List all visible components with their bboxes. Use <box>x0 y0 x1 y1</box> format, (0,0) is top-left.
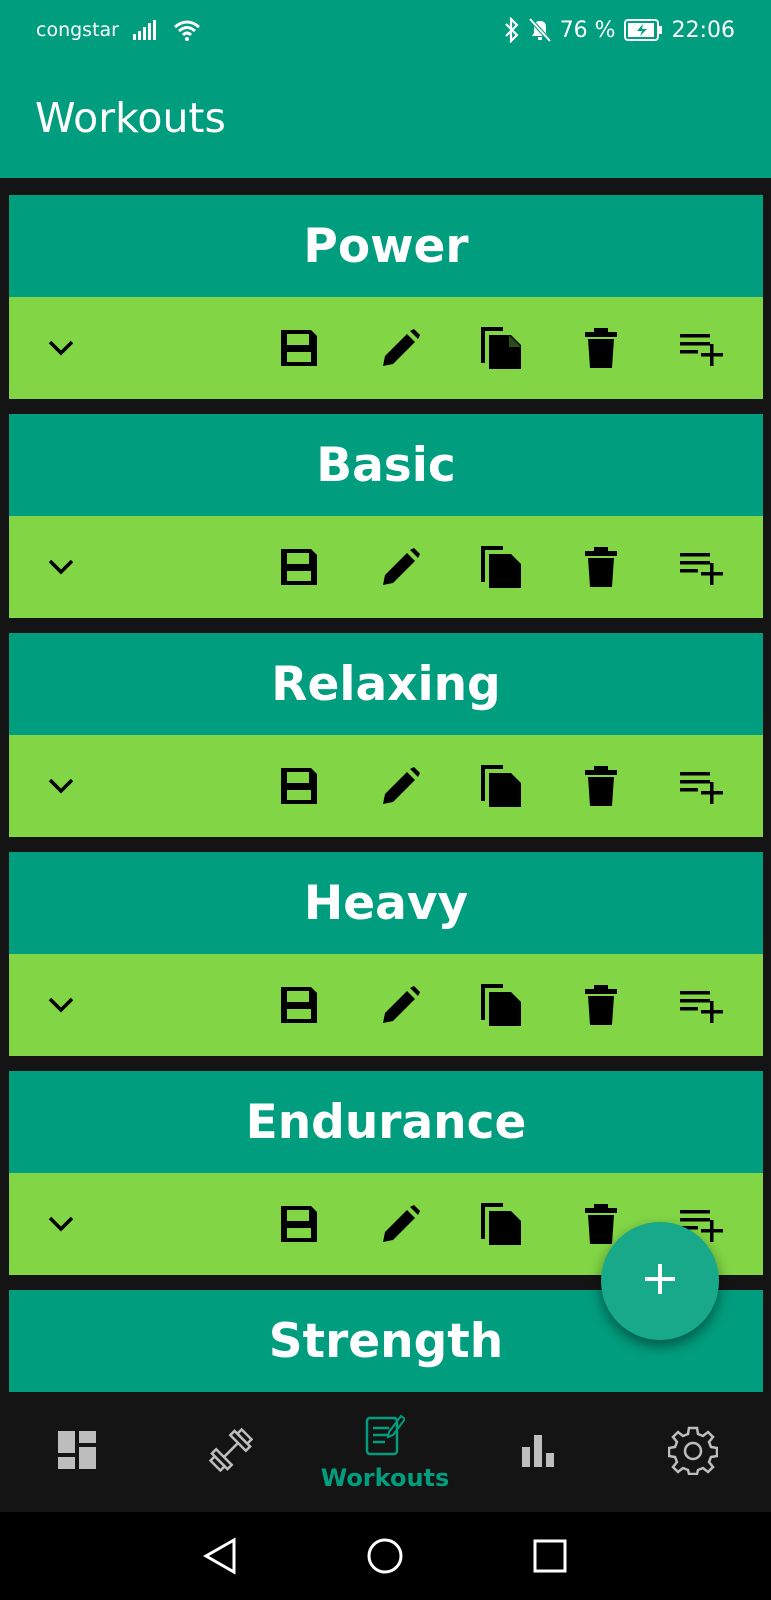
add-workout-button[interactable] <box>601 1222 719 1340</box>
workouts-icon <box>365 1412 407 1460</box>
playlist-add-icon[interactable] <box>677 762 725 810</box>
workout-name[interactable]: Heavy <box>9 852 763 954</box>
workout-name[interactable]: Relaxing <box>9 633 763 735</box>
nav-item-dashboard[interactable] <box>0 1392 154 1512</box>
workout-card: Heavy <box>9 852 763 1056</box>
workout-card: Relaxing <box>9 633 763 837</box>
bottom-navigation: Workouts <box>0 1392 771 1512</box>
chevron-down-icon[interactable] <box>37 1200 85 1248</box>
delete-icon[interactable] <box>577 324 625 372</box>
workout-actions <box>9 735 763 837</box>
workout-name[interactable]: Endurance <box>9 1071 763 1173</box>
edit-icon[interactable] <box>377 543 425 591</box>
mute-bell-icon <box>528 17 552 43</box>
back-icon[interactable] <box>198 1534 242 1578</box>
nav-item-statistics[interactable] <box>462 1392 616 1512</box>
signal-icon <box>132 20 159 40</box>
workout-actions <box>9 516 763 618</box>
save-icon[interactable] <box>275 324 323 372</box>
copy-icon[interactable] <box>477 543 525 591</box>
system-navigation-bar <box>0 1512 771 1600</box>
page-title: Workouts <box>35 94 226 142</box>
clock: 22:06 <box>671 17 735 43</box>
playlist-add-icon[interactable] <box>677 324 725 372</box>
playlist-add-icon[interactable] <box>677 981 725 1029</box>
delete-icon[interactable] <box>577 543 625 591</box>
workout-list[interactable]: Power Basic Relaxing Heavy Endurance Str… <box>0 178 771 1392</box>
save-icon[interactable] <box>275 543 323 591</box>
plus-icon <box>643 1262 677 1300</box>
nav-label-workouts: Workouts <box>320 1464 450 1492</box>
bluetooth-icon <box>504 17 520 43</box>
home-icon[interactable] <box>363 1534 407 1578</box>
chevron-down-icon[interactable] <box>37 981 85 1029</box>
workout-actions <box>9 297 763 399</box>
chevron-down-icon[interactable] <box>37 543 85 591</box>
save-icon[interactable] <box>275 1200 323 1248</box>
copy-icon[interactable] <box>477 324 525 372</box>
nav-item-settings[interactable] <box>616 1392 770 1512</box>
edit-icon[interactable] <box>377 762 425 810</box>
save-icon[interactable] <box>275 981 323 1029</box>
edit-icon[interactable] <box>377 1200 425 1248</box>
app-header: congstar 76 % 22:06 Workouts <box>0 0 771 178</box>
dumbbell-icon <box>207 1426 255 1478</box>
recents-icon[interactable] <box>528 1534 572 1578</box>
gear-icon <box>667 1425 719 1479</box>
battery-percent: 76 % <box>559 17 616 43</box>
edit-icon[interactable] <box>377 324 425 372</box>
copy-icon[interactable] <box>477 981 525 1029</box>
edit-icon[interactable] <box>377 981 425 1029</box>
workout-name[interactable]: Basic <box>9 414 763 516</box>
save-icon[interactable] <box>275 762 323 810</box>
status-bar: congstar 76 % 22:06 <box>0 0 771 60</box>
wifi-icon <box>173 19 201 41</box>
delete-icon[interactable] <box>577 762 625 810</box>
playlist-add-icon[interactable] <box>677 543 725 591</box>
bar-chart-icon <box>520 1433 558 1471</box>
workout-card: Power <box>9 195 763 399</box>
chevron-down-icon[interactable] <box>37 762 85 810</box>
workout-card: Basic <box>9 414 763 618</box>
delete-icon[interactable] <box>577 981 625 1029</box>
carrier-name: congstar <box>36 19 119 41</box>
workout-actions <box>9 954 763 1056</box>
workout-name[interactable]: Power <box>9 195 763 297</box>
dashboard-icon <box>57 1430 97 1474</box>
copy-icon[interactable] <box>477 762 525 810</box>
nav-item-exercises[interactable] <box>154 1392 308 1512</box>
battery-icon <box>623 19 664 41</box>
nav-item-workouts[interactable]: Workouts <box>308 1392 462 1512</box>
copy-icon[interactable] <box>477 1200 525 1248</box>
chevron-down-icon[interactable] <box>37 324 85 372</box>
